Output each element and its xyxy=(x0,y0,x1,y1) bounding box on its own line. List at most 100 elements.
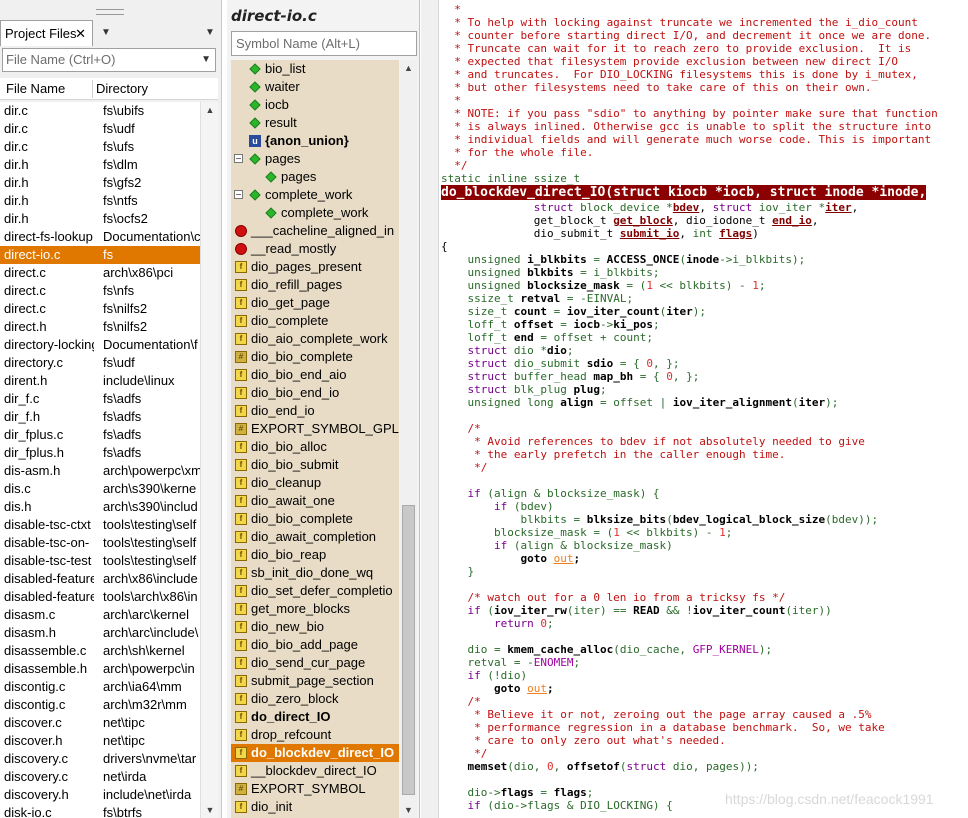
symbol-list-scrollbar[interactable]: ▲ ▼ xyxy=(400,60,417,818)
chevron-down-icon[interactable]: ▼ xyxy=(201,49,211,71)
symbol-row[interactable]: f dio_init xyxy=(231,798,399,816)
file-row[interactable]: discovery.c drivers\nvme\tar xyxy=(0,750,200,768)
file-row[interactable]: dir.h fs\ntfs xyxy=(0,192,200,210)
file-row[interactable]: disabled-feature arch\x86\include xyxy=(0,570,200,588)
chevron-down-icon[interactable]: ▼ xyxy=(93,20,119,45)
file-row[interactable]: dir.h fs\ocfs2 xyxy=(0,210,200,228)
file-row[interactable]: discovery.h include\net\irda xyxy=(0,786,200,804)
file-row[interactable]: dir.c fs\udf xyxy=(0,120,200,138)
collapse-toggle-icon[interactable]: − xyxy=(234,154,243,165)
file-row[interactable]: direct.h fs\nilfs2 xyxy=(0,318,200,336)
column-divider[interactable] xyxy=(92,80,93,98)
file-row[interactable]: directory-locking Documentation\f xyxy=(0,336,200,354)
scroll-up-icon[interactable]: ▲ xyxy=(400,60,417,76)
file-row[interactable]: discontig.c arch\ia64\mm xyxy=(0,678,200,696)
file-row[interactable]: disable-tsc-on-tools\testing\self xyxy=(0,534,200,552)
symbol-row[interactable]: waiter xyxy=(231,78,399,96)
symbol-row[interactable]: f dio_bio_reap xyxy=(231,546,399,564)
symbol-row[interactable]: f dio_cleanup xyxy=(231,474,399,492)
symbol-row[interactable]: f dio_bio_submit xyxy=(231,456,399,474)
file-row[interactable]: direct.c fs\nilfs2 xyxy=(0,300,200,318)
symbol-row[interactable]: f __blockdev_direct_IO xyxy=(231,762,399,780)
symbol-row[interactable]: f dio_bio_complete xyxy=(231,510,399,528)
file-row[interactable]: dir_fplus.c fs\adfs xyxy=(0,426,200,444)
symbol-row[interactable]: # EXPORT_SYMBOL_GPL xyxy=(231,420,399,438)
symbol-row[interactable]: − complete_work xyxy=(231,186,399,204)
symbol-row[interactable]: result xyxy=(231,114,399,132)
symbol-name-filter-input[interactable]: Symbol Name (Alt+L) xyxy=(231,31,417,56)
file-row[interactable]: discontig.c arch\m32r\mm xyxy=(0,696,200,714)
editor-gutter[interactable] xyxy=(421,0,439,818)
symbol-row[interactable]: ___cacheline_aligned_in xyxy=(231,222,399,240)
symbol-row[interactable]: pages xyxy=(231,168,399,186)
column-header-directory[interactable]: Directory xyxy=(96,78,148,100)
file-list-scrollbar[interactable]: ▲ ▼ xyxy=(200,102,218,818)
file-row[interactable]: dis.c arch\s390\kerne xyxy=(0,480,200,498)
file-row[interactable]: discover.c net\tipc xyxy=(0,714,200,732)
symbol-row[interactable]: # dio_bio_complete xyxy=(231,348,399,366)
column-header-file-name[interactable]: File Name xyxy=(6,78,65,100)
file-row[interactable]: direct.c fs\nfs xyxy=(0,282,200,300)
symbol-row[interactable]: f submit_page_section xyxy=(231,672,399,690)
file-row[interactable]: disable-tsc-ctxt tools\testing\self xyxy=(0,516,200,534)
collapse-toggle-icon[interactable]: − xyxy=(234,190,243,201)
symbol-row[interactable]: f dio_refill_pages xyxy=(231,276,399,294)
file-row[interactable]: dir_fplus.h fs\adfs xyxy=(0,444,200,462)
symbol-row[interactable]: f sb_init_dio_done_wq xyxy=(231,564,399,582)
symbol-row[interactable]: f dio_await_completion xyxy=(231,528,399,546)
symbol-row[interactable]: f dio_new_bio xyxy=(231,618,399,636)
file-row[interactable]: direct-io.c fs xyxy=(0,246,200,264)
symbol-row[interactable]: complete_work xyxy=(231,204,399,222)
close-icon[interactable]: ✕ xyxy=(75,21,86,46)
file-row[interactable]: disk-io.c fs\btrfs xyxy=(0,804,200,818)
scroll-down-icon[interactable]: ▼ xyxy=(201,802,219,818)
symbol-row[interactable]: f dio_bio_add_page xyxy=(231,636,399,654)
symbol-row[interactable]: f do_direct_IO xyxy=(231,708,399,726)
file-name-filter-input[interactable]: File Name (Ctrl+O) ▼ xyxy=(2,48,216,72)
file-row[interactable]: discovery.c net\irda xyxy=(0,768,200,786)
symbol-row[interactable]: f dio_get_page xyxy=(231,294,399,312)
symbol-row[interactable]: __read_mostly xyxy=(231,240,399,258)
symbol-row[interactable]: f do_blockdev_direct_IO xyxy=(231,744,399,762)
file-row[interactable]: direct-fs-lookup Documentation\cr xyxy=(0,228,200,246)
symbol-row[interactable]: f dio_end_io xyxy=(231,402,399,420)
panel-menu-icon[interactable]: ▼ xyxy=(200,20,220,45)
file-row[interactable]: dirent.h include\linux xyxy=(0,372,200,390)
file-row[interactable]: dir_f.h fs\adfs xyxy=(0,408,200,426)
symbol-row[interactable]: u {anon_union} xyxy=(231,132,399,150)
code-editor[interactable]: * * To help with locking against truncat… xyxy=(441,0,968,818)
file-row[interactable]: disassemble.c arch\sh\kernel xyxy=(0,642,200,660)
file-row[interactable]: discover.h net\tipc xyxy=(0,732,200,750)
scroll-down-icon[interactable]: ▼ xyxy=(400,802,417,818)
symbol-row[interactable]: f dio_bio_alloc xyxy=(231,438,399,456)
symbol-row[interactable]: f dio_bio_end_io xyxy=(231,384,399,402)
file-row[interactable]: dir.c fs\ubifs xyxy=(0,102,200,120)
symbol-row[interactable]: iocb xyxy=(231,96,399,114)
file-row[interactable]: dir_f.c fs\adfs xyxy=(0,390,200,408)
file-row[interactable]: disabled-feature tools\arch\x86\in xyxy=(0,588,200,606)
file-row[interactable]: dir.h fs\gfs2 xyxy=(0,174,200,192)
file-row[interactable]: disasm.h arch\arc\include\ xyxy=(0,624,200,642)
file-row[interactable]: dis-asm.h arch\powerpc\xm xyxy=(0,462,200,480)
symbol-row[interactable]: f get_more_blocks xyxy=(231,600,399,618)
symbol-row[interactable]: − pages xyxy=(231,150,399,168)
scroll-up-icon[interactable]: ▲ xyxy=(201,102,219,118)
tab-project-files[interactable]: Project Files ✕ xyxy=(0,20,93,46)
file-row[interactable]: disable-tsc-test tools\testing\self xyxy=(0,552,200,570)
symbol-row[interactable]: f dio_aio_complete_work xyxy=(231,330,399,348)
panel-grip[interactable] xyxy=(96,9,124,15)
file-row[interactable]: direct.c arch\x86\pci xyxy=(0,264,200,282)
symbol-row[interactable]: # EXPORT_SYMBOL xyxy=(231,780,399,798)
symbol-row[interactable]: bio_list xyxy=(231,60,399,78)
symbol-row[interactable]: f dio_set_defer_completio xyxy=(231,582,399,600)
file-row[interactable]: disassemble.h arch\powerpc\in xyxy=(0,660,200,678)
file-row[interactable]: dir.c fs\ufs xyxy=(0,138,200,156)
symbol-row[interactable]: f dio_send_cur_page xyxy=(231,654,399,672)
file-row[interactable]: dis.h arch\s390\includ xyxy=(0,498,200,516)
scrollbar-thumb[interactable] xyxy=(402,505,415,795)
symbol-row[interactable]: f dio_await_one xyxy=(231,492,399,510)
file-row[interactable]: directory.c fs\udf xyxy=(0,354,200,372)
file-row[interactable]: dir.h fs\dlm xyxy=(0,156,200,174)
symbol-row[interactable]: f dio_pages_present xyxy=(231,258,399,276)
symbol-row[interactable]: f dio_bio_end_aio xyxy=(231,366,399,384)
